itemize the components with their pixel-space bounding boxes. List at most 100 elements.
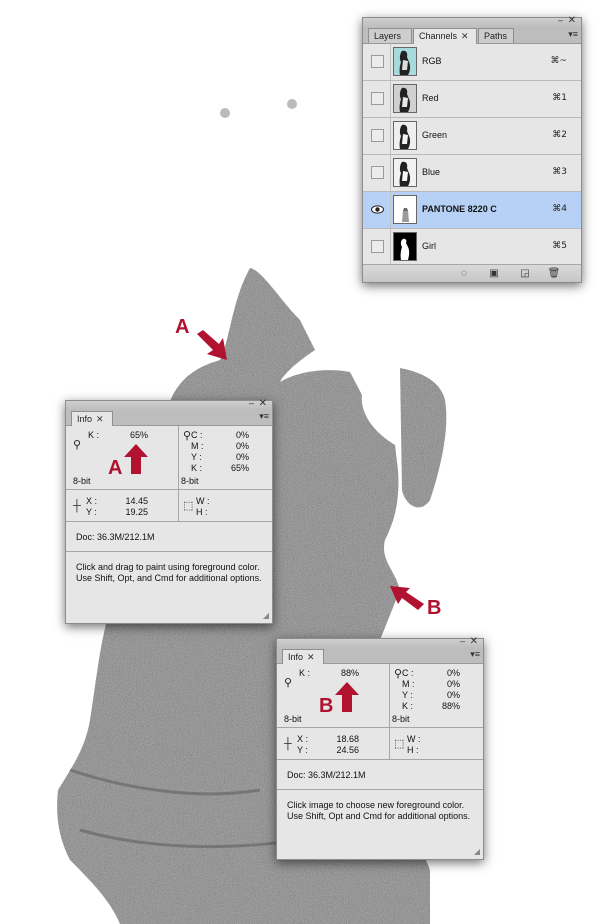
eyedropper-icon[interactable]: ⚲ <box>394 669 402 680</box>
color-readout-section: ⚲ K : 65% 8-bit ⚲ C : 0% M : 0% Y : 0% K… <box>66 426 272 490</box>
channel-thumbnail <box>393 121 417 150</box>
c-label: C : <box>402 668 414 678</box>
channel-name: Girl <box>422 241 436 251</box>
panel-tab-row: Layers Channels ✕ Paths ▾≡ <box>363 27 581 44</box>
channel-name: PANTONE 8220 C <box>422 204 497 214</box>
tab-info[interactable]: Info ✕ <box>282 649 324 664</box>
close-icon[interactable]: ✕ <box>259 399 267 409</box>
arrow-b-icon <box>390 586 424 610</box>
k-value: 88% <box>340 668 359 678</box>
tab-close-icon[interactable]: ✕ <box>461 31 469 41</box>
arrow-up-a-icon <box>124 444 148 474</box>
x-value: 14.45 <box>125 496 148 506</box>
channel-row-green[interactable]: Green ⌘2 <box>363 118 581 155</box>
y-label: Y : <box>402 690 413 700</box>
minimize-icon[interactable]: – <box>249 399 254 408</box>
k2-value: 88% <box>441 701 460 711</box>
doc-size: Doc: 36.3M/212.1M <box>287 770 366 780</box>
eyedropper-icon[interactable]: ⚲ <box>284 678 292 689</box>
tab-info[interactable]: Info ✕ <box>71 411 113 426</box>
channel-thumbnail <box>393 232 417 261</box>
c-value: 0% <box>446 668 460 678</box>
visibility-toggle[interactable] <box>371 129 384 142</box>
visibility-toggle[interactable] <box>371 203 384 216</box>
channel-row-rgb[interactable]: RGB ⌘~ <box>363 44 581 81</box>
resize-grip-icon[interactable]: ◢ <box>474 847 480 856</box>
earring-left <box>220 108 230 118</box>
tab-close-icon[interactable]: ✕ <box>96 414 104 424</box>
garment-right-fragment <box>400 368 447 508</box>
channels-footer: ◌ ▣ ◲ 🗑 <box>363 264 581 282</box>
w-label: W : <box>407 734 421 744</box>
tab-info-label: Info <box>77 414 93 424</box>
visibility-toggle[interactable] <box>371 166 384 179</box>
x-label: X : <box>86 496 98 506</box>
m-label: M : <box>191 441 204 451</box>
tab-close-icon[interactable]: ✕ <box>307 652 315 662</box>
channel-row-red[interactable]: Red ⌘1 <box>363 81 581 118</box>
color-readout-section: ⚲ K : 88% 8-bit ⚲ C : 0% M : 0% Y : 0% K… <box>277 664 483 728</box>
panel-menu-icon[interactable]: ▾≡ <box>470 649 480 660</box>
visibility-toggle[interactable] <box>371 92 384 105</box>
y-value: 0% <box>446 690 460 700</box>
new-channel-icon[interactable]: ◲ <box>518 268 532 279</box>
channel-shortcut: ⌘~ <box>550 56 567 66</box>
panel-menu-icon[interactable]: ▾≡ <box>259 411 269 422</box>
tab-paths[interactable]: Paths <box>478 28 514 43</box>
visibility-toggle[interactable] <box>371 55 384 68</box>
channel-thumbnail <box>393 47 417 76</box>
k2-label: K : <box>191 463 203 473</box>
tab-channels-label: Channels <box>419 31 458 41</box>
x-label: X : <box>297 734 309 744</box>
panel-title-bar[interactable]: – ✕ <box>66 399 272 410</box>
m-value: 0% <box>446 679 460 689</box>
callout-a-inline: A <box>108 457 123 479</box>
channel-thumbnail <box>393 195 417 224</box>
close-icon[interactable]: ✕ <box>470 637 478 647</box>
channel-shortcut: ⌘1 <box>552 93 567 103</box>
channel-row-girl[interactable]: Girl ⌘5 <box>363 229 581 266</box>
eyedropper-icon[interactable]: ⚲ <box>73 440 81 451</box>
channel-name: Blue <box>422 167 441 177</box>
y-position-label: Y : <box>86 507 97 517</box>
minimize-icon[interactable]: – <box>558 16 563 25</box>
minimize-icon[interactable]: – <box>460 637 465 646</box>
channels-panel: – ✕ Layers Channels ✕ Paths ▾≡ RGB ⌘~ Red… <box>362 16 582 283</box>
k-label: K : <box>88 430 100 440</box>
load-selection-icon[interactable]: ◌ <box>457 268 471 279</box>
earring-right <box>287 99 297 109</box>
channel-name: Red <box>422 93 439 103</box>
doc-size: Doc: 36.3M/212.1M <box>76 532 155 542</box>
tab-info-label: Info <box>288 652 304 662</box>
y-label: Y : <box>191 452 202 462</box>
tab-layers[interactable]: Layers <box>368 28 412 43</box>
crosshair-icon: ┼ <box>73 500 81 512</box>
m-value: 0% <box>235 441 249 451</box>
y-position-value: 24.56 <box>336 745 359 755</box>
trash-icon[interactable]: 🗑 <box>547 268 561 279</box>
callout-a-label: A <box>175 316 190 338</box>
channel-thumbnail <box>393 84 417 113</box>
y-position-label: Y : <box>297 745 308 755</box>
arrow-up-b-icon <box>335 682 359 712</box>
channel-row-blue[interactable]: Blue ⌘3 <box>363 155 581 192</box>
eye-icon <box>371 205 384 214</box>
position-readout-section: ┼ X : 18.68 Y : 24.56 ⬚ W : H : <box>277 728 483 760</box>
channel-shortcut: ⌘4 <box>552 204 567 214</box>
panel-title-bar[interactable]: – ✕ <box>363 16 581 27</box>
bit-depth-left: 8-bit <box>284 714 302 724</box>
bit-depth-right: 8-bit <box>181 476 199 486</box>
visibility-toggle[interactable] <box>371 240 384 253</box>
resize-grip-icon[interactable]: ◢ <box>263 611 269 620</box>
close-icon[interactable]: ✕ <box>568 16 576 26</box>
panel-menu-icon[interactable]: ▾≡ <box>568 29 578 40</box>
channel-name: RGB <box>422 56 442 66</box>
tab-channels[interactable]: Channels ✕ <box>413 28 477 44</box>
eyedropper-icon[interactable]: ⚲ <box>183 431 191 442</box>
bit-depth-right: 8-bit <box>392 714 410 724</box>
save-selection-icon[interactable]: ▣ <box>487 268 501 279</box>
y-position-value: 19.25 <box>125 507 148 517</box>
panel-title-bar[interactable]: – ✕ <box>277 637 483 648</box>
channel-row-pantone-8220-c[interactable]: PANTONE 8220 C ⌘4 <box>363 192 581 229</box>
h-label: H : <box>196 507 208 517</box>
